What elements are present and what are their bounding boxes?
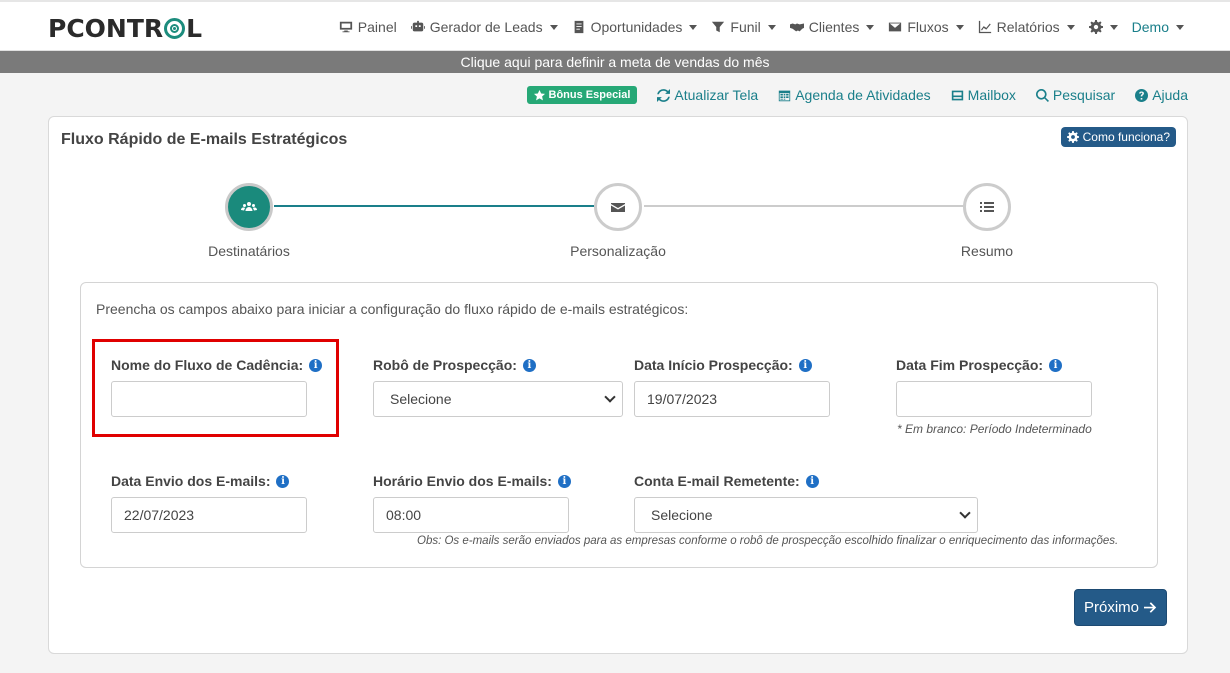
- robot-icon: [410, 20, 425, 32]
- refresh-screen-link[interactable]: Atualizar Tela: [657, 87, 758, 103]
- gear-icon: [1066, 131, 1079, 143]
- main-menu: Painel Gerador de Leads Oportunidades Fu…: [339, 19, 1184, 35]
- step-resumo[interactable]: [963, 183, 1011, 231]
- end-date-input[interactable]: [896, 381, 1092, 417]
- send-date-label: Data Envio dos E-mails: i: [111, 473, 290, 489]
- inbox-icon: [951, 90, 963, 100]
- page-title: Fluxo Rápido de E-mails Estratégicos: [61, 131, 348, 148]
- nav-item-funil[interactable]: Funil: [711, 19, 776, 35]
- secondary-toolbar: Bônus Especial Atualizar Tela Agenda de …: [526, 86, 1188, 104]
- nav-item-oportunidades[interactable]: Oportunidades: [572, 19, 698, 35]
- send-time-input[interactable]: 08:00: [373, 497, 569, 533]
- info-icon[interactable]: i: [557, 474, 571, 488]
- refresh-icon: [657, 88, 671, 102]
- step-label-resumo: Resumo: [960, 243, 1014, 259]
- robot-select[interactable]: Selecione: [373, 381, 623, 417]
- gear-icon: [1088, 20, 1103, 34]
- top-navbar: PCONTR L Painel Gerador de Leads Oportuni…: [0, 0, 1230, 51]
- envelope-icon: [889, 22, 902, 32]
- list-icon: [980, 202, 994, 212]
- flow-name-label: Nome do Fluxo de Cadência: i: [111, 357, 323, 373]
- nav-item-gerador-de-leads[interactable]: Gerador de Leads: [410, 19, 558, 35]
- nav-item-clientes[interactable]: Clientes: [789, 19, 875, 35]
- handshake-icon: [789, 23, 804, 32]
- info-icon[interactable]: i: [276, 474, 290, 488]
- info-icon[interactable]: i: [1049, 358, 1063, 372]
- info-icon[interactable]: i: [309, 358, 323, 372]
- info-icon[interactable]: i: [805, 474, 819, 488]
- send-time-label: Horário Envio dos E-mails: i: [373, 473, 571, 489]
- nav-item-fluxos[interactable]: Fluxos: [888, 19, 964, 35]
- chevron-down-icon: [549, 24, 558, 30]
- send-note: Obs: Os e-mails serão enviados para as e…: [417, 535, 1119, 547]
- nav-item-settings[interactable]: [1088, 19, 1118, 35]
- send-date-input[interactable]: 22/07/2023: [111, 497, 307, 533]
- filter-icon: [712, 21, 725, 33]
- logo-text-right: L: [186, 13, 203, 43]
- activity-agenda-link[interactable]: Agenda de Atividades: [778, 87, 931, 103]
- flow-name-input[interactable]: [111, 381, 307, 417]
- logo-target-icon: [164, 17, 186, 39]
- pcontrol-logo[interactable]: PCONTR L: [48, 13, 203, 43]
- help-link[interactable]: Ajuda: [1135, 87, 1188, 103]
- envelope-icon: [611, 203, 625, 212]
- robot-label: Robô de Prospecção: i: [373, 357, 536, 373]
- line-chart-icon: [978, 20, 991, 34]
- info-icon[interactable]: i: [798, 358, 812, 372]
- chevron-down-icon: [959, 507, 971, 519]
- chevron-down-icon: [1066, 24, 1075, 30]
- question-circle-icon: [1135, 88, 1149, 102]
- chevron-down-icon: [1109, 24, 1118, 30]
- arrow-right-icon: [1144, 602, 1157, 613]
- user-menu-demo[interactable]: Demo: [1132, 19, 1184, 35]
- step-connector-2: [644, 205, 964, 207]
- nav-item-relatorios[interactable]: Relatórios: [978, 19, 1075, 35]
- chevron-down-icon: [955, 24, 964, 30]
- start-date-label: Data Início Prospecção: i: [634, 357, 812, 373]
- search-icon: [1035, 88, 1049, 102]
- form-panel: Preencha os campos abaixo para iniciar a…: [80, 282, 1158, 568]
- chevron-down-icon: [689, 24, 698, 30]
- end-date-hint: * Em branco: Período Indeterminado: [897, 422, 1092, 436]
- document-icon: [574, 20, 583, 34]
- step-destinatarios[interactable]: [225, 183, 273, 231]
- sales-goal-banner[interactable]: Clique aqui para definir a meta de venda…: [0, 51, 1230, 73]
- monitor-icon: [339, 21, 352, 33]
- search-link[interactable]: Pesquisar: [1035, 87, 1115, 103]
- step-label-personalizacao: Personalização: [570, 243, 666, 259]
- chevron-down-icon: [866, 24, 875, 30]
- form-intro-text: Preencha os campos abaixo para iniciar a…: [96, 301, 689, 317]
- nav-item-painel[interactable]: Painel: [339, 19, 397, 35]
- star-icon: [533, 89, 545, 100]
- end-date-label: Data Fim Prospecção: i: [896, 357, 1063, 373]
- step-label-destinatarios: Destinatários: [208, 243, 290, 259]
- sender-account-label: Conta E-mail Remetente: i: [634, 473, 819, 489]
- step-connector-1: [274, 205, 594, 207]
- step-personalizacao[interactable]: [594, 183, 642, 231]
- chevron-down-icon: [604, 391, 616, 403]
- info-icon[interactable]: i: [522, 358, 536, 372]
- logo-text-left: PCONTR: [48, 13, 164, 43]
- chevron-down-icon: [1176, 24, 1184, 30]
- chevron-down-icon: [767, 24, 776, 30]
- sender-account-select[interactable]: Selecione: [634, 497, 978, 533]
- next-button[interactable]: Próximo: [1074, 589, 1167, 626]
- start-date-input[interactable]: 19/07/2023: [634, 381, 830, 417]
- mailbox-link[interactable]: Mailbox: [951, 87, 1016, 103]
- bonus-special-button[interactable]: Bônus Especial: [526, 86, 638, 104]
- how-it-works-button[interactable]: Como funciona?: [1060, 127, 1176, 147]
- calendar-icon: [779, 90, 791, 101]
- email-flow-card: Fluxo Rápido de E-mails Estratégicos Com…: [48, 116, 1188, 654]
- users-icon: [241, 202, 257, 211]
